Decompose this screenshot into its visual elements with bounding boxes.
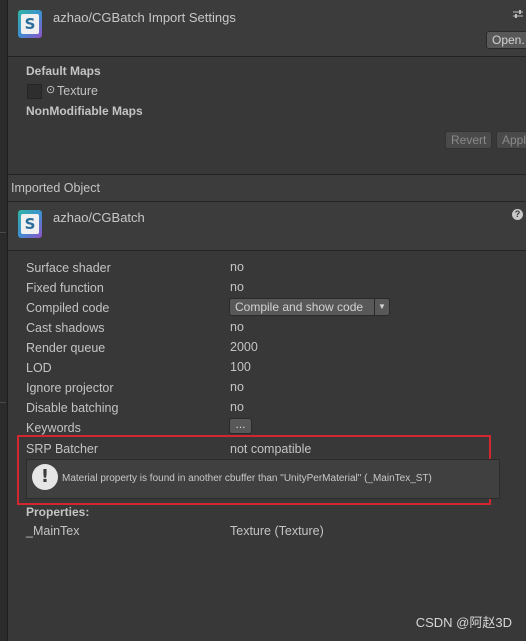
nonmodifiable-maps-heading: NonModifiable Maps: [26, 104, 143, 118]
srp-batcher-value: not compatible: [230, 442, 312, 456]
texture-label: Texture: [57, 84, 98, 98]
property-value-maintex: Texture (Texture): [230, 524, 324, 538]
import-settings-header: [8, 0, 526, 57]
object-name: azhao/CGBatch: [53, 210, 145, 225]
prop-label-compiled-code: Compiled code: [26, 301, 110, 315]
compile-show-code-button[interactable]: Compile and show code ▼: [229, 298, 390, 316]
prop-value-fixed-function: no: [230, 280, 244, 294]
property-name-maintex: _MainTex: [26, 524, 80, 538]
sliders-icon[interactable]: [512, 8, 524, 18]
dropdown-arrow-icon[interactable]: ▼: [374, 299, 389, 315]
header-title: azhao/CGBatch Import Settings: [53, 10, 236, 25]
prop-label-disable-batching: Disable batching: [26, 401, 119, 415]
shader-object-icon: S: [18, 210, 42, 238]
imported-object-title: Imported Object: [11, 181, 100, 195]
panel-edge-mark: [0, 402, 6, 403]
prop-label-surface-shader: Surface shader: [26, 261, 111, 275]
prop-label-fixed-function: Fixed function: [26, 281, 104, 295]
prop-label-lod: LOD: [26, 361, 52, 375]
help-icon[interactable]: ?: [512, 209, 523, 220]
prop-value-ignore-projector: no: [230, 380, 244, 394]
prop-label-keywords: Keywords: [26, 421, 81, 435]
left-panel-edge: [0, 0, 8, 641]
apply-button[interactable]: Appl: [496, 131, 526, 149]
prop-value-cast-shadows: no: [230, 320, 244, 334]
prop-label-render-queue: Render queue: [26, 341, 106, 355]
prop-label-ignore-projector: Ignore projector: [26, 381, 114, 395]
texture-slot[interactable]: [27, 84, 42, 99]
compile-show-code-label: Compile and show code: [235, 299, 364, 314]
default-maps-heading: Default Maps: [26, 64, 101, 78]
prop-value-surface-shader: no: [230, 260, 244, 274]
warning-icon: !: [32, 464, 58, 490]
shader-file-icon: S: [18, 10, 42, 38]
open-button[interactable]: Open.: [486, 31, 526, 49]
keywords-button[interactable]: ...: [229, 418, 252, 434]
panel-edge-mark: [0, 232, 6, 233]
object-picker-icon[interactable]: ⊙: [46, 84, 56, 97]
properties-heading: Properties:: [26, 505, 90, 519]
revert-button[interactable]: Revert: [445, 131, 492, 149]
prop-value-lod: 100: [230, 360, 251, 374]
srp-warning-message: Material property is found in another cb…: [62, 473, 432, 484]
prop-label-cast-shadows: Cast shadows: [26, 321, 105, 335]
srp-batcher-label: SRP Batcher: [26, 442, 99, 456]
watermark: CSDN @阿赵3D: [415, 615, 512, 630]
prop-value-render-queue: 2000: [230, 340, 258, 354]
prop-value-disable-batching: no: [230, 400, 244, 414]
